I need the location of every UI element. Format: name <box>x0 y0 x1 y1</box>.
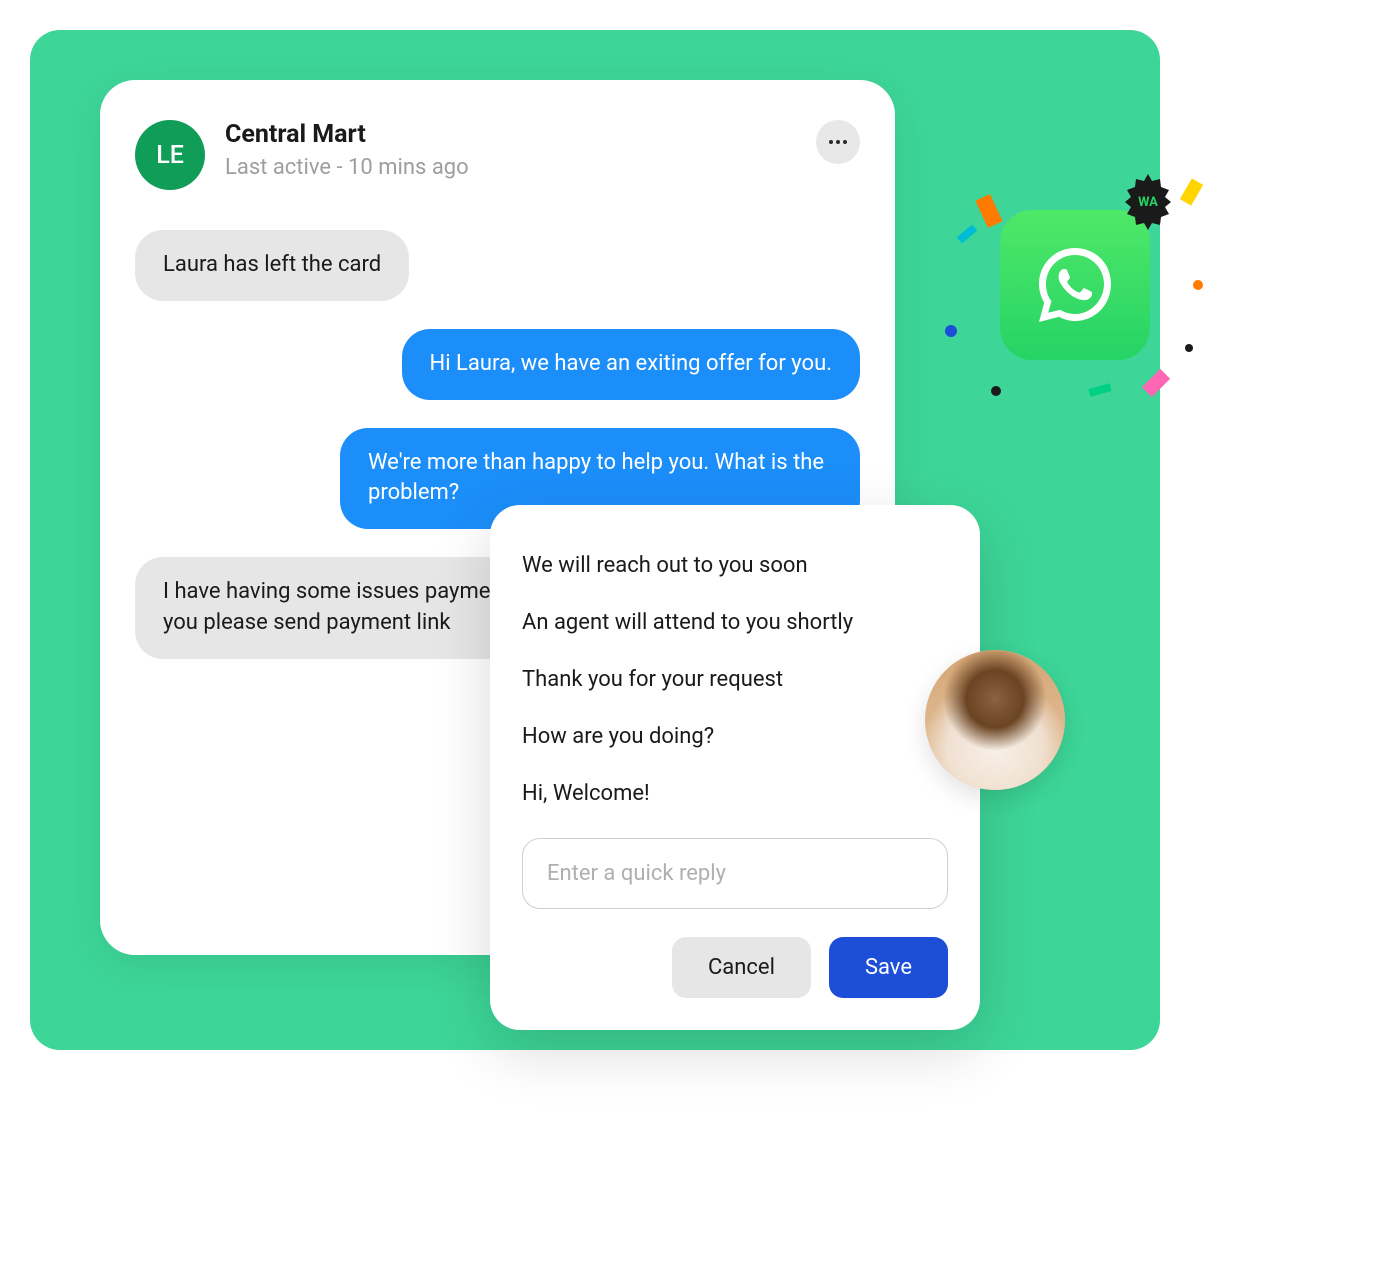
whatsapp-badge: WA <box>1120 174 1176 230</box>
quick-reply-option[interactable]: Thank you for your request <box>522 651 948 708</box>
contact-name: Central Mart <box>225 120 816 149</box>
message-row: Hi Laura, we have an exiting offer for y… <box>135 329 860 400</box>
quick-reply-option[interactable]: An agent will attend to you shortly <box>522 594 948 651</box>
user-avatar <box>925 650 1065 790</box>
quick-reply-option[interactable]: How are you doing? <box>522 708 948 765</box>
confetti-piece <box>1088 383 1111 396</box>
outgoing-message: Hi Laura, we have an exiting offer for y… <box>402 329 860 400</box>
whatsapp-icon <box>1000 210 1150 360</box>
system-message: Laura has left the card <box>135 230 409 301</box>
save-button[interactable]: Save <box>829 937 948 998</box>
confetti-piece <box>975 194 1002 228</box>
confetti-piece <box>991 386 1001 396</box>
avatar-initials: LE <box>156 141 184 170</box>
quick-reply-actions: Cancel Save <box>522 937 948 998</box>
more-dots-icon <box>829 140 847 144</box>
whatsapp-badge-text: WA <box>1138 195 1158 210</box>
cancel-button[interactable]: Cancel <box>672 937 811 998</box>
quick-reply-option[interactable]: We will reach out to you soon <box>522 537 948 594</box>
quick-reply-option[interactable]: Hi, Welcome! <box>522 765 948 822</box>
more-options-button[interactable] <box>816 120 860 164</box>
whatsapp-decoration: WA <box>945 160 1225 440</box>
quick-reply-input[interactable] <box>522 838 948 909</box>
header-text: Central Mart Last active - 10 mins ago <box>225 120 816 180</box>
contact-avatar[interactable]: LE <box>135 120 205 190</box>
background-card: LE Central Mart Last active - 10 mins ag… <box>30 30 1160 1050</box>
message-row: Laura has left the card <box>135 230 860 301</box>
confetti-piece <box>1193 280 1203 290</box>
confetti-piece <box>1180 178 1203 205</box>
confetti-piece <box>1185 344 1193 352</box>
confetti-piece <box>945 325 957 337</box>
chat-header: LE Central Mart Last active - 10 mins ag… <box>135 120 860 190</box>
confetti-piece <box>1142 369 1170 397</box>
quick-reply-panel: We will reach out to you soon An agent w… <box>490 505 980 1030</box>
confetti-piece <box>957 225 977 244</box>
last-active-status: Last active - 10 mins ago <box>225 155 816 180</box>
